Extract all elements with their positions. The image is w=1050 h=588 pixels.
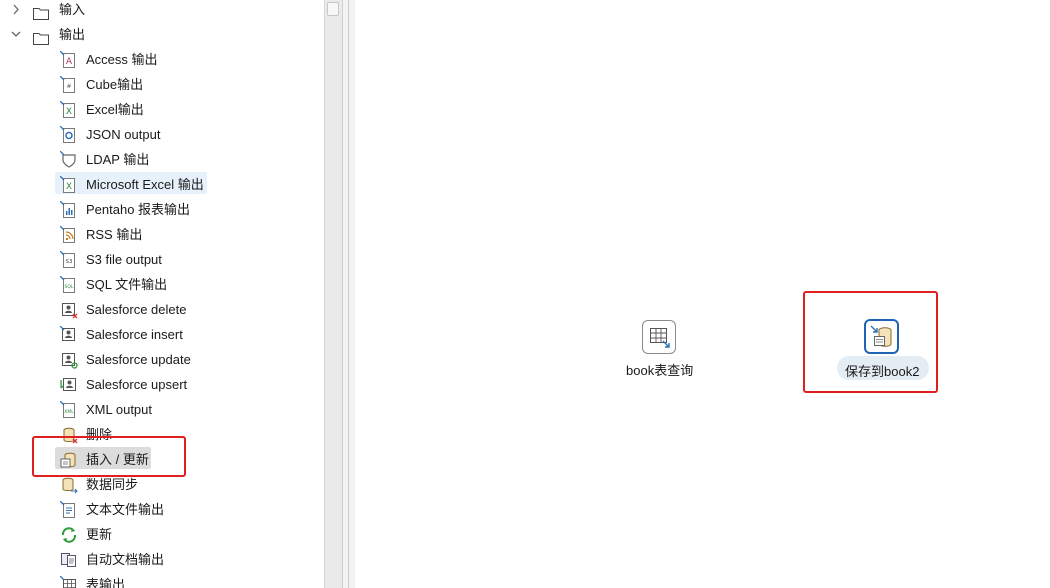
folder-icon bbox=[33, 28, 49, 45]
access-icon: A bbox=[59, 50, 78, 69]
rss-icon bbox=[59, 225, 78, 244]
svg-text:X: X bbox=[66, 107, 72, 117]
tree-item-label: Cube输出 bbox=[86, 77, 144, 92]
tree-category-label: 输入 bbox=[59, 2, 86, 17]
tree-item-label: LDAP 输出 bbox=[86, 152, 150, 167]
tree-item-salesforce-upsert[interactable]: Salesforce upsert bbox=[0, 372, 300, 397]
tree-item-label: SQL 文件输出 bbox=[86, 277, 168, 292]
tree-item-label: Salesforce delete bbox=[86, 302, 187, 317]
tree-item-autodoc-output[interactable]: 自动文档输出 bbox=[0, 547, 300, 572]
salesforce-delete-icon bbox=[60, 301, 78, 319]
update-refresh-icon bbox=[60, 526, 78, 544]
svg-text:X: X bbox=[66, 182, 72, 192]
chevron-right-icon[interactable] bbox=[10, 0, 22, 22]
tree-item-salesforce-insert[interactable]: Salesforce insert bbox=[0, 322, 300, 347]
tree-item-table-output[interactable]: 表输出 bbox=[0, 572, 300, 588]
tree-item-salesforce-delete[interactable]: Salesforce delete bbox=[0, 297, 300, 322]
tree-item-s3-file-output[interactable]: S3 S3 file output bbox=[0, 247, 300, 272]
transformation-canvas[interactable]: book表查询 保存到book2 bbox=[355, 0, 1050, 588]
xml-icon: XML bbox=[59, 400, 78, 419]
tree-item-pentaho-report-output[interactable]: Pentaho 报表输出 bbox=[0, 197, 300, 222]
svg-text:XML: XML bbox=[64, 409, 74, 415]
tree-item-label: S3 file output bbox=[86, 252, 162, 267]
text-file-icon bbox=[59, 500, 78, 519]
tree-item-text-file-output[interactable]: 文本文件输出 bbox=[0, 497, 300, 522]
tree-item-salesforce-update[interactable]: Salesforce update bbox=[0, 347, 300, 372]
step-palette-tree: 输入 输出 A Access 输出 # Cube输出 X Excel输出 JSO… bbox=[0, 0, 324, 588]
tree-item-cube-output[interactable]: # Cube输出 bbox=[0, 72, 300, 97]
chevron-down-icon[interactable] bbox=[10, 22, 22, 47]
salesforce-insert-icon bbox=[59, 325, 78, 344]
scrollbar-thumb[interactable] bbox=[327, 2, 339, 16]
vertical-scrollbar[interactable] bbox=[324, 0, 342, 588]
panel-splitter[interactable] bbox=[342, 0, 356, 588]
excel-icon: X bbox=[59, 100, 78, 119]
tree-item-label: Access 输出 bbox=[86, 52, 158, 67]
tree-item-access-output[interactable]: A Access 输出 bbox=[0, 47, 300, 72]
tree-item-excel-output[interactable]: X Excel输出 bbox=[0, 97, 300, 122]
ldap-icon bbox=[59, 150, 78, 169]
tree-item-label: 更新 bbox=[86, 527, 113, 542]
sql-file-icon: SQL bbox=[59, 275, 78, 294]
salesforce-update-icon bbox=[60, 351, 78, 369]
excel-icon: X bbox=[59, 175, 78, 194]
tree-item-rss-output[interactable]: RSS 输出 bbox=[0, 222, 300, 247]
salesforce-upsert-icon bbox=[60, 376, 78, 394]
sync-db-icon bbox=[60, 476, 78, 494]
tree-category-label: 输出 bbox=[59, 27, 86, 42]
tree-item-label: 表输出 bbox=[86, 577, 126, 588]
tree-item-xml-output[interactable]: XML XML output bbox=[0, 397, 300, 422]
tree-item-label: 自动文档输出 bbox=[86, 552, 165, 567]
tree-category-input[interactable]: 输入 bbox=[0, 0, 324, 22]
folder-icon bbox=[33, 3, 49, 20]
tree-item-label: RSS 输出 bbox=[86, 227, 143, 242]
tree-item-update[interactable]: 更新 bbox=[0, 522, 300, 547]
annotation-highlight-box bbox=[32, 436, 186, 477]
json-icon bbox=[59, 125, 78, 144]
tree-item-json-output[interactable]: JSON output bbox=[0, 122, 300, 147]
svg-text:#: # bbox=[66, 83, 71, 90]
table-output-icon bbox=[59, 575, 78, 588]
s3-icon: S3 bbox=[59, 250, 78, 269]
svg-text:S3: S3 bbox=[66, 259, 73, 265]
tree-item-label: Salesforce upsert bbox=[86, 377, 188, 392]
tree-item-sql-file-output[interactable]: SQL SQL 文件输出 bbox=[0, 272, 300, 297]
tree-item-label: Salesforce insert bbox=[86, 327, 183, 342]
tree-item-label: JSON output bbox=[86, 127, 161, 142]
tree-item-label: Pentaho 报表输出 bbox=[86, 202, 191, 217]
cube-icon: # bbox=[59, 75, 78, 94]
tree-item-label: Microsoft Excel 输出 bbox=[86, 177, 204, 192]
tree-item-label: Salesforce update bbox=[86, 352, 191, 367]
svg-text:SQL: SQL bbox=[65, 284, 74, 290]
tree-item-label: Excel输出 bbox=[86, 102, 144, 117]
tree-category-output[interactable]: 输出 bbox=[0, 22, 324, 47]
table-input-icon[interactable] bbox=[642, 320, 676, 354]
annotation-highlight-box bbox=[803, 291, 938, 393]
tree-item-label: XML output bbox=[86, 402, 153, 417]
tree-item-ldap-output[interactable]: LDAP 输出 bbox=[0, 147, 300, 172]
tree-item-label: 文本文件输出 bbox=[86, 502, 165, 517]
autodoc-icon bbox=[60, 551, 78, 569]
report-icon bbox=[59, 200, 78, 219]
step-label: book表查询 bbox=[626, 363, 694, 378]
step-table-input[interactable]: book表查询 bbox=[615, 318, 715, 378]
tree-item-microsoft-excel-output[interactable]: X Microsoft Excel 输出 bbox=[0, 172, 300, 197]
svg-text:A: A bbox=[66, 57, 73, 67]
